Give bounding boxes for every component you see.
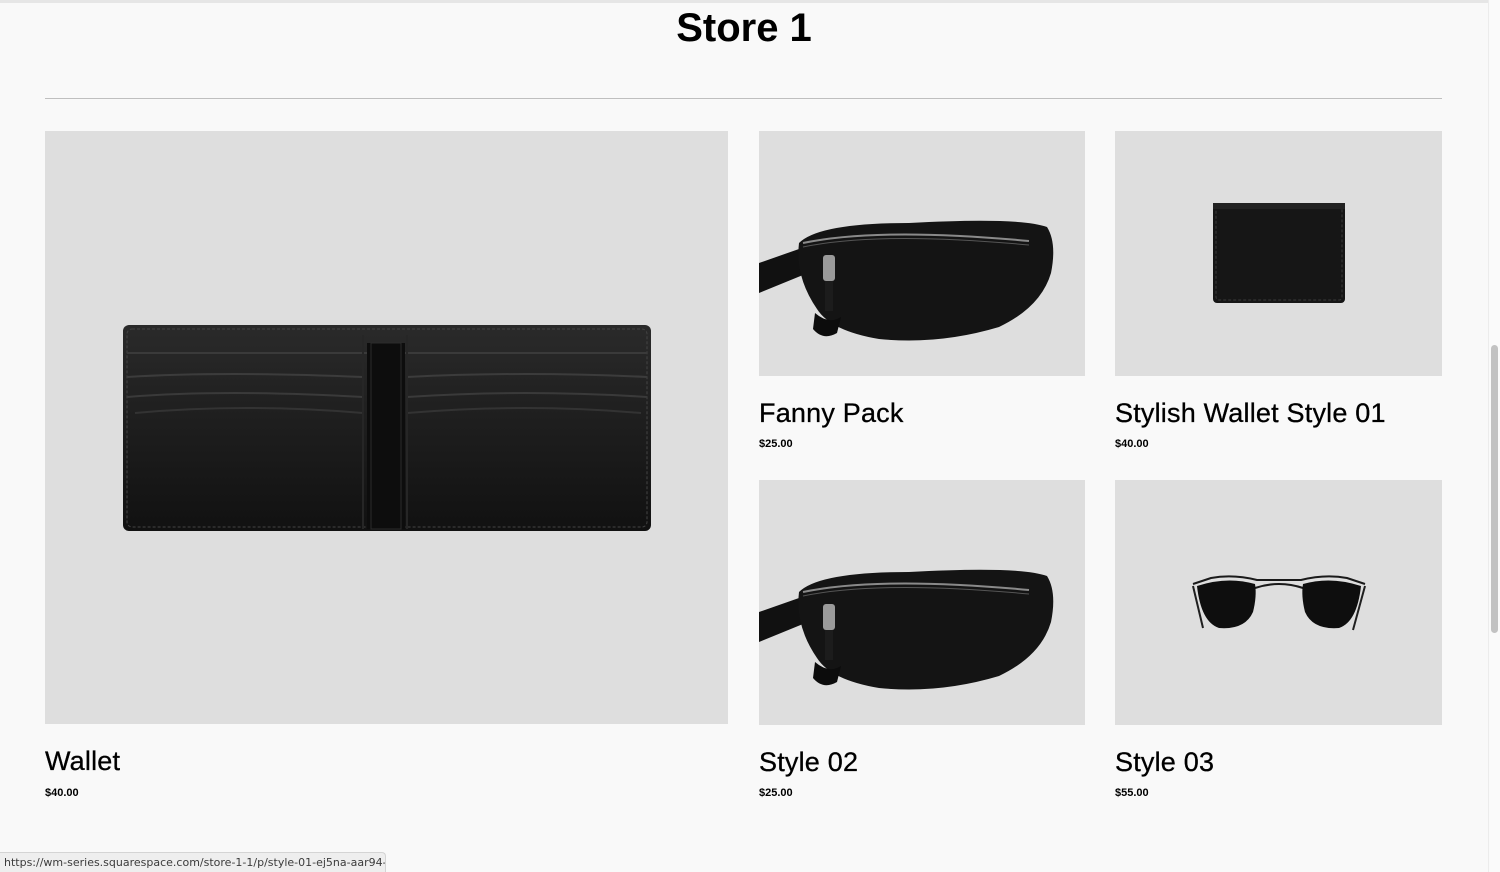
page-title: Store 1	[676, 6, 812, 50]
product-price: $25.00	[759, 438, 793, 450]
fanny-pack-icon	[759, 569, 1054, 690]
product-price: $40.00	[45, 787, 79, 799]
product-name[interactable]: Wallet	[45, 745, 120, 777]
sunglasses-icon	[1192, 575, 1366, 631]
product-name[interactable]: Style 02	[759, 746, 858, 778]
product-name[interactable]: Style 03	[1115, 746, 1214, 778]
store-page: Store 1 Wallet $40.00 Fanny Pack $25.00 …	[0, 0, 1488, 872]
status-bar-url: https://wm-series.squarespace.com/store-…	[0, 852, 386, 872]
product-price: $55.00	[1115, 787, 1149, 799]
product-price: $25.00	[759, 787, 793, 799]
product-image-sunglasses[interactable]	[1115, 480, 1442, 725]
closed-wallet-icon	[1213, 203, 1345, 303]
product-card-style-02[interactable]: Style 02 $25.00	[759, 480, 1085, 810]
product-image-closed-wallet[interactable]	[1115, 131, 1442, 376]
product-card-fanny-pack[interactable]: Fanny Pack $25.00	[759, 131, 1085, 461]
product-name[interactable]: Fanny Pack	[759, 397, 904, 429]
product-image-fanny-pack[interactable]	[759, 480, 1085, 725]
product-card-stylish-wallet[interactable]: Stylish Wallet Style 01 $40.00	[1115, 131, 1442, 461]
product-card-style-03[interactable]: Style 03 $55.00	[1115, 480, 1442, 810]
product-image-open-wallet[interactable]	[45, 131, 728, 724]
product-card-wallet[interactable]: Wallet $40.00	[45, 131, 728, 811]
product-name[interactable]: Stylish Wallet Style 01	[1115, 397, 1386, 429]
scrollbar-thumb[interactable]	[1491, 345, 1498, 633]
product-price: $40.00	[1115, 438, 1149, 450]
fanny-pack-icon	[759, 220, 1054, 341]
open-wallet-icon	[123, 325, 651, 531]
product-image-fanny-pack[interactable]	[759, 131, 1085, 376]
title-divider	[45, 98, 1442, 99]
